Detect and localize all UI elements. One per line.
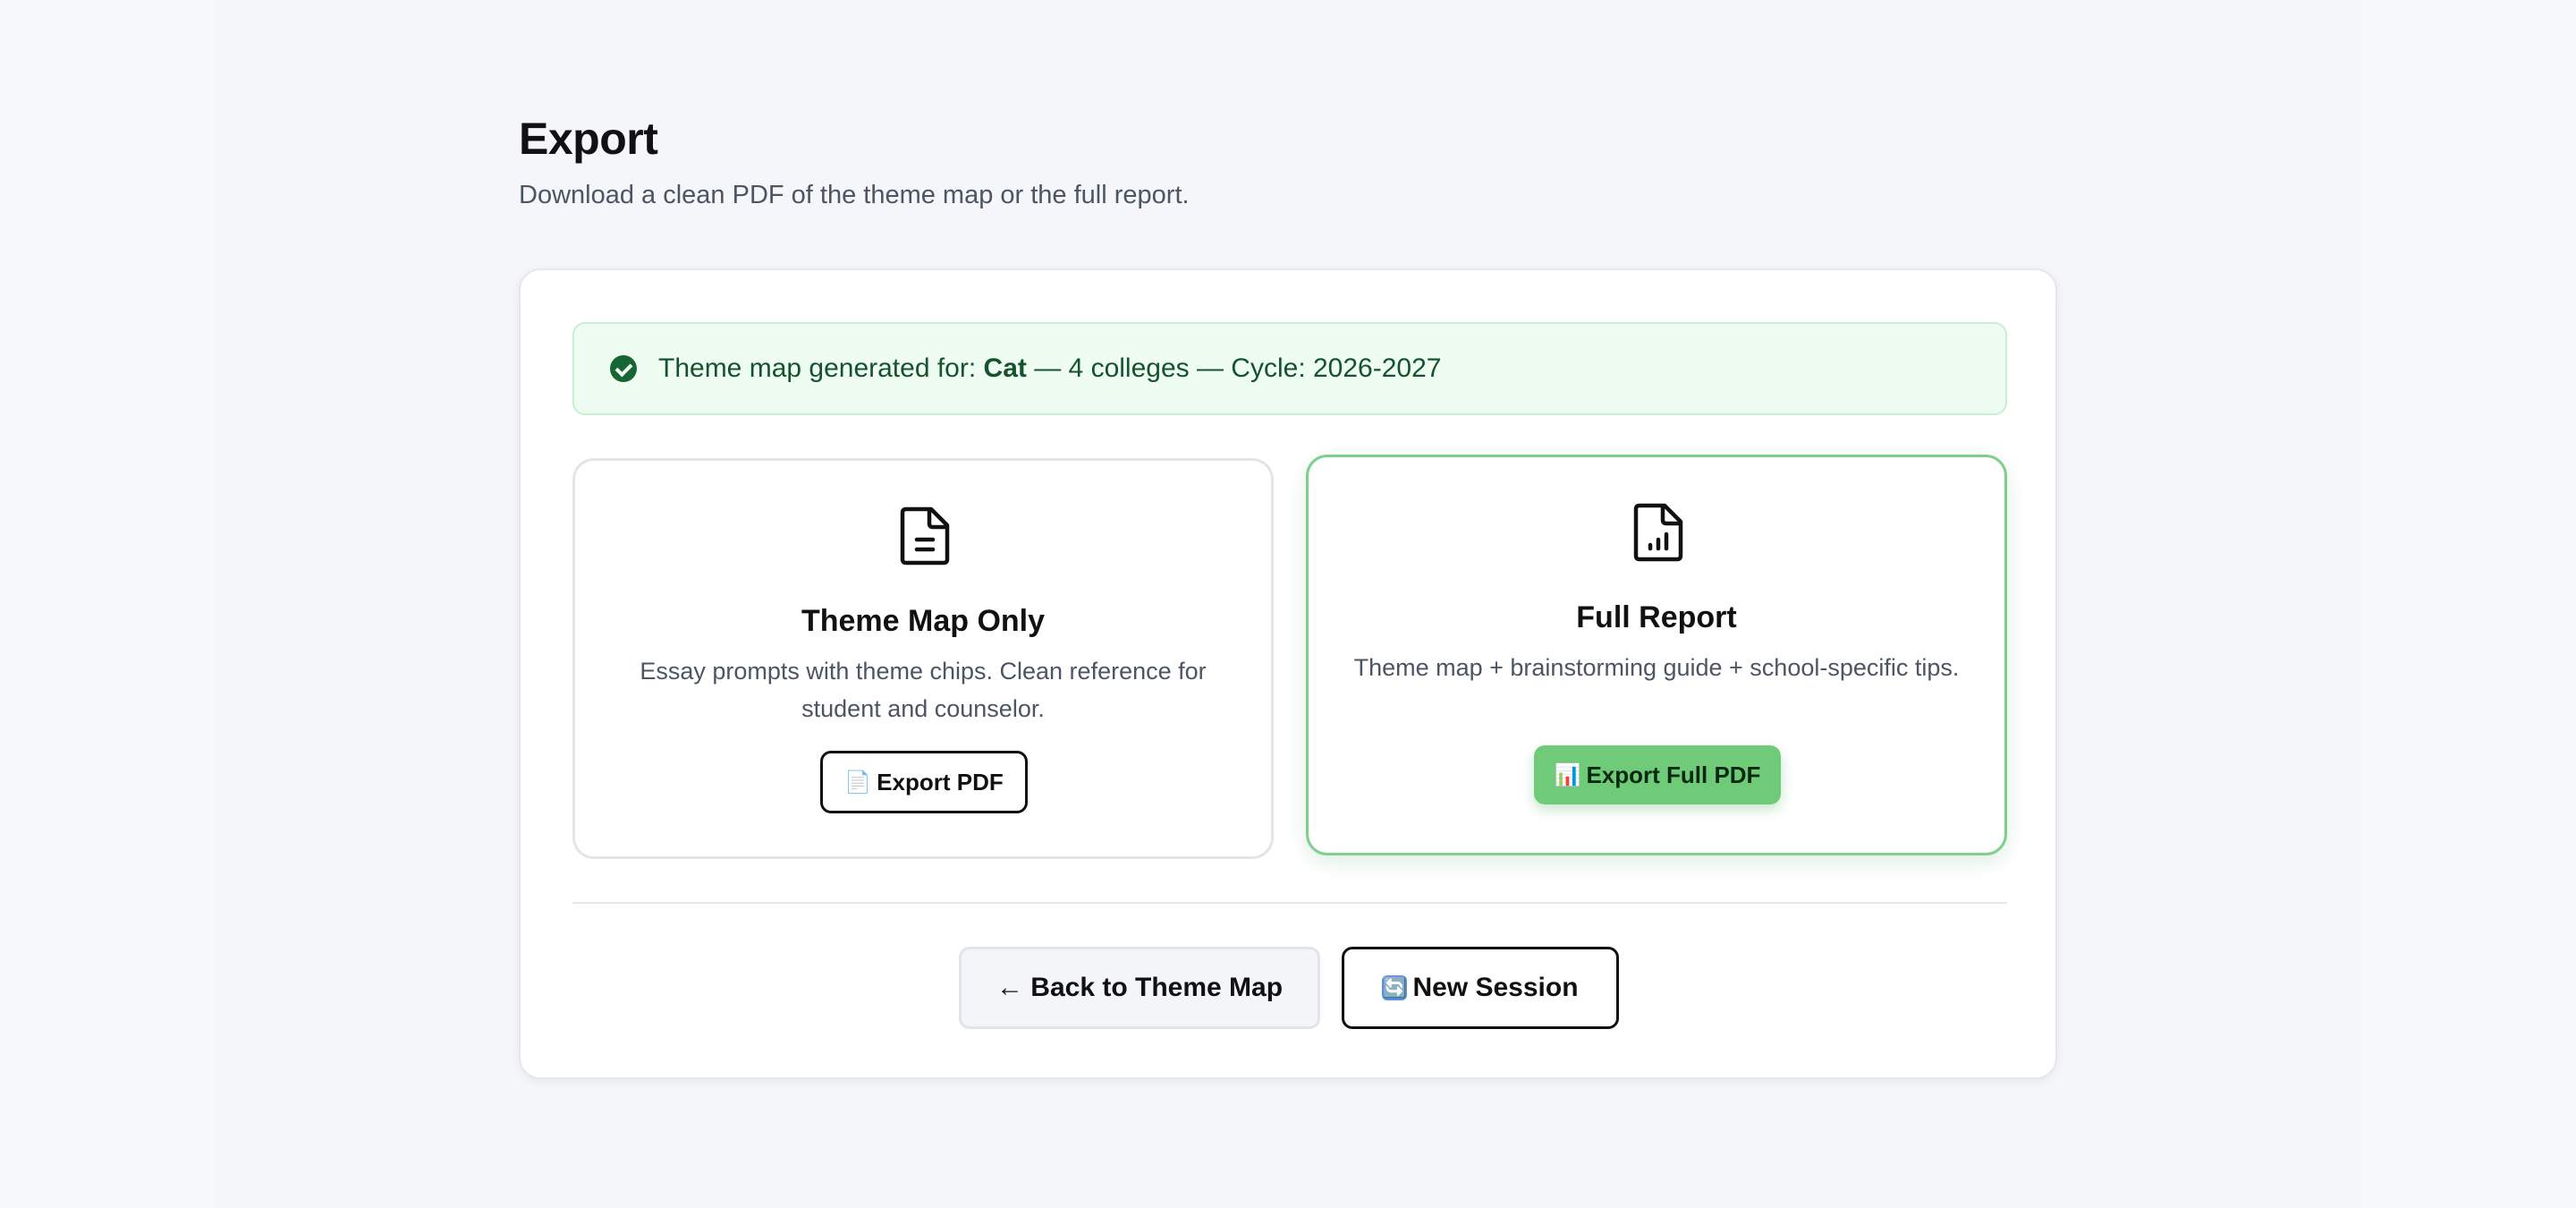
page-icon: 📄 bbox=[844, 770, 872, 795]
banner-student-name: Cat bbox=[983, 353, 1027, 383]
document-chart-icon bbox=[1633, 503, 1683, 562]
bar-chart-icon: 📊 bbox=[1554, 762, 1581, 787]
new-session-button[interactable]: 🔄 New Session bbox=[1342, 947, 1619, 1029]
refresh-icon: 🔄 bbox=[1382, 975, 1408, 1000]
theme-map-option-title: Theme Map Only bbox=[801, 604, 1046, 638]
export-pdf-button[interactable]: 📄 Export PDF bbox=[820, 751, 1028, 813]
full-report-option-card: Full Report Theme map + brainstorming gu… bbox=[1306, 455, 2007, 855]
app-shell: Export Download a clean PDF of the theme… bbox=[215, 0, 2361, 1208]
check-circle-icon bbox=[610, 355, 637, 382]
success-banner: Theme map generated for: Cat — 4 college… bbox=[572, 322, 2007, 415]
banner-text: Theme map generated for: Cat — 4 college… bbox=[658, 353, 1441, 384]
export-full-pdf-label: Export Full PDF bbox=[1586, 761, 1761, 788]
full-report-option-title: Full Report bbox=[1576, 600, 1737, 634]
back-to-theme-map-button[interactable]: ← Back to Theme Map bbox=[959, 947, 1320, 1029]
export-card: Theme map generated for: Cat — 4 college… bbox=[519, 268, 2057, 1079]
full-report-option-description: Theme map + brainstorming guide + school… bbox=[1353, 654, 1960, 681]
divider bbox=[572, 902, 2007, 904]
export-pdf-label: Export PDF bbox=[877, 768, 1004, 795]
page-subtitle: Download a clean PDF of the theme map or… bbox=[519, 181, 1190, 209]
document-text-icon bbox=[900, 506, 950, 566]
banner-prefix: Theme map generated for: bbox=[658, 353, 984, 383]
page-title: Export bbox=[519, 114, 658, 164]
theme-map-option-card: Theme Map Only Essay prompts with theme … bbox=[572, 458, 1274, 859]
export-full-pdf-button[interactable]: 📊 Export Full PDF bbox=[1534, 745, 1781, 804]
theme-map-option-description: Essay prompts with theme chips. Clean re… bbox=[640, 658, 1207, 722]
banner-suffix: — 4 colleges — Cycle: 2026-2027 bbox=[1026, 353, 1442, 383]
new-session-label: New Session bbox=[1412, 973, 1579, 1002]
